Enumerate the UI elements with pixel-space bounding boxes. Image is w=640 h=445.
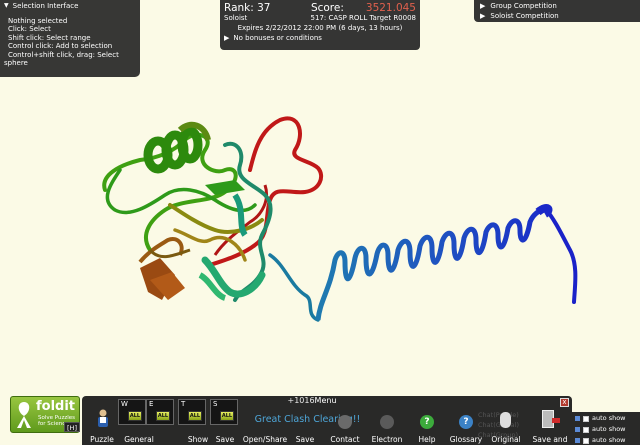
sidechain-tool-box[interactable]: S ALL — [210, 399, 238, 425]
save-button[interactable]: Save — [288, 396, 322, 445]
auto-show-option[interactable]: auto show — [575, 413, 637, 424]
score-value: 3521.045 — [365, 2, 416, 14]
expand-triangle-icon[interactable]: ▶ — [480, 1, 485, 11]
auto-show-label: auto show — [592, 436, 626, 444]
protein-sheet-green[interactable] — [205, 180, 245, 195]
all-badge: ALL — [156, 411, 170, 421]
original-label: Original — [491, 435, 521, 444]
glossary-icon: ? — [459, 415, 473, 429]
shake-tool-box[interactable]: E ALL — [146, 399, 174, 425]
tool-key: E — [149, 400, 154, 408]
bottom-menu-bar: +1016Menu x Puzzle W ALL General E ALL T… — [82, 396, 572, 445]
save-menu-button[interactable]: S ALL Save — [208, 396, 242, 445]
expand-triangle-icon[interactable]: ▶ — [224, 34, 229, 42]
help-button[interactable]: ? Help — [410, 396, 444, 445]
contact-button[interactable]: Contact — [326, 396, 364, 445]
protein-tail-blue[interactable] — [543, 206, 578, 304]
electron-label: Electron — [371, 435, 403, 444]
exit-arrow-icon — [552, 418, 560, 423]
help-label: Help — [418, 435, 436, 444]
contact-label: Contact — [330, 435, 360, 444]
auto-show-option[interactable]: auto show — [575, 424, 637, 435]
selection-interface-title: Selection Interface — [12, 2, 79, 10]
contact-icon — [338, 415, 352, 429]
ribbon-icon — [17, 402, 31, 428]
selection-help-control-shift: Control+shift click, drag: Select — [8, 50, 119, 59]
expand-triangle-icon[interactable]: ▶ — [480, 11, 485, 21]
tool-key: T — [181, 400, 186, 408]
all-badge: ALL — [188, 411, 202, 421]
selection-help-shift-click: Shift click: Select range — [8, 33, 91, 42]
person-icon — [98, 409, 108, 427]
save-and-quit-label: Save and — [532, 435, 568, 444]
auto-show-checkbox[interactable] — [583, 415, 589, 422]
tool-key: S — [213, 400, 218, 408]
save-and-quit-button[interactable]: Save and — [528, 396, 572, 445]
save-label: Save — [215, 435, 235, 444]
auto-show-option[interactable]: auto show — [575, 435, 637, 445]
group-competition-toggle[interactable]: ▶ Group Competition — [480, 1, 634, 11]
collapse-triangle-icon[interactable]: ▼ — [4, 2, 9, 11]
all-badge: ALL — [220, 411, 234, 421]
mouse-icon — [500, 412, 511, 428]
chat-indicator-icon — [575, 427, 580, 432]
group-competition-label: Group Competition — [490, 2, 557, 10]
puzzle-menu-button[interactable]: Puzzle — [86, 396, 118, 445]
all-badge: ALL — [128, 411, 142, 421]
selection-help-control-click: Control click: Add to selection — [8, 42, 113, 50]
electron-button[interactable]: Electron — [368, 396, 406, 445]
score-label: Score: — [310, 2, 344, 14]
electron-icon — [380, 415, 394, 429]
help-key-badge[interactable]: [H] — [64, 422, 80, 432]
puzzle-target: 517: CASP ROLL Target R0008 — [310, 14, 416, 22]
selection-help-click: Click: Select — [8, 25, 51, 33]
player-mode: Soloist — [224, 14, 248, 22]
soloist-competition-label: Soloist Competition — [490, 12, 559, 20]
puzzle-label: Puzzle — [90, 435, 114, 444]
auto-show-checkbox[interactable] — [583, 437, 589, 444]
wiggle-tool-box[interactable]: W ALL — [118, 399, 146, 425]
auto-show-label: auto show — [592, 414, 626, 422]
original-button[interactable]: Original — [486, 396, 526, 445]
soloist-competition-toggle[interactable]: ▶ Soloist Competition — [480, 11, 634, 21]
tweak-tool-box[interactable]: T ALL — [178, 399, 206, 425]
puzzle-expires: Expires 2/22/2012 22:00 PM (6 days, 13 h… — [237, 24, 403, 32]
bonus-toggle[interactable]: ▶ No bonuses or conditions — [224, 34, 416, 42]
selection-interface-header[interactable]: ▼ Selection Interface — [4, 2, 136, 11]
selection-help-sphere: sphere — [4, 59, 28, 67]
auto-show-label: auto show — [592, 425, 626, 433]
foldit-brand: foldit — [36, 399, 76, 414]
selection-interface-panel: ▼ Selection Interface Nothing selected C… — [0, 0, 140, 77]
score-panel: Rank: 37 Score: 3521.045 Soloist 517: CA… — [220, 0, 420, 50]
bonus-text: No bonuses or conditions — [233, 34, 322, 42]
open-share-label: Open/Share — [242, 435, 288, 444]
chat-indicator-icon — [575, 438, 580, 443]
chat-indicator-icon — [575, 416, 580, 421]
auto-show-options: auto show auto show auto show — [572, 412, 640, 445]
auto-show-checkbox[interactable] — [583, 426, 589, 433]
help-icon: ? — [420, 415, 434, 429]
selection-status: Nothing selected — [8, 16, 68, 25]
rank-label: Rank: 37 — [224, 2, 271, 14]
protein-helix-blue[interactable] — [315, 205, 547, 321]
save-button-label: Save — [295, 435, 315, 444]
competition-panel: ▶ Group Competition ▶ Soloist Competitio… — [474, 0, 640, 22]
tool-key: W — [121, 400, 128, 408]
